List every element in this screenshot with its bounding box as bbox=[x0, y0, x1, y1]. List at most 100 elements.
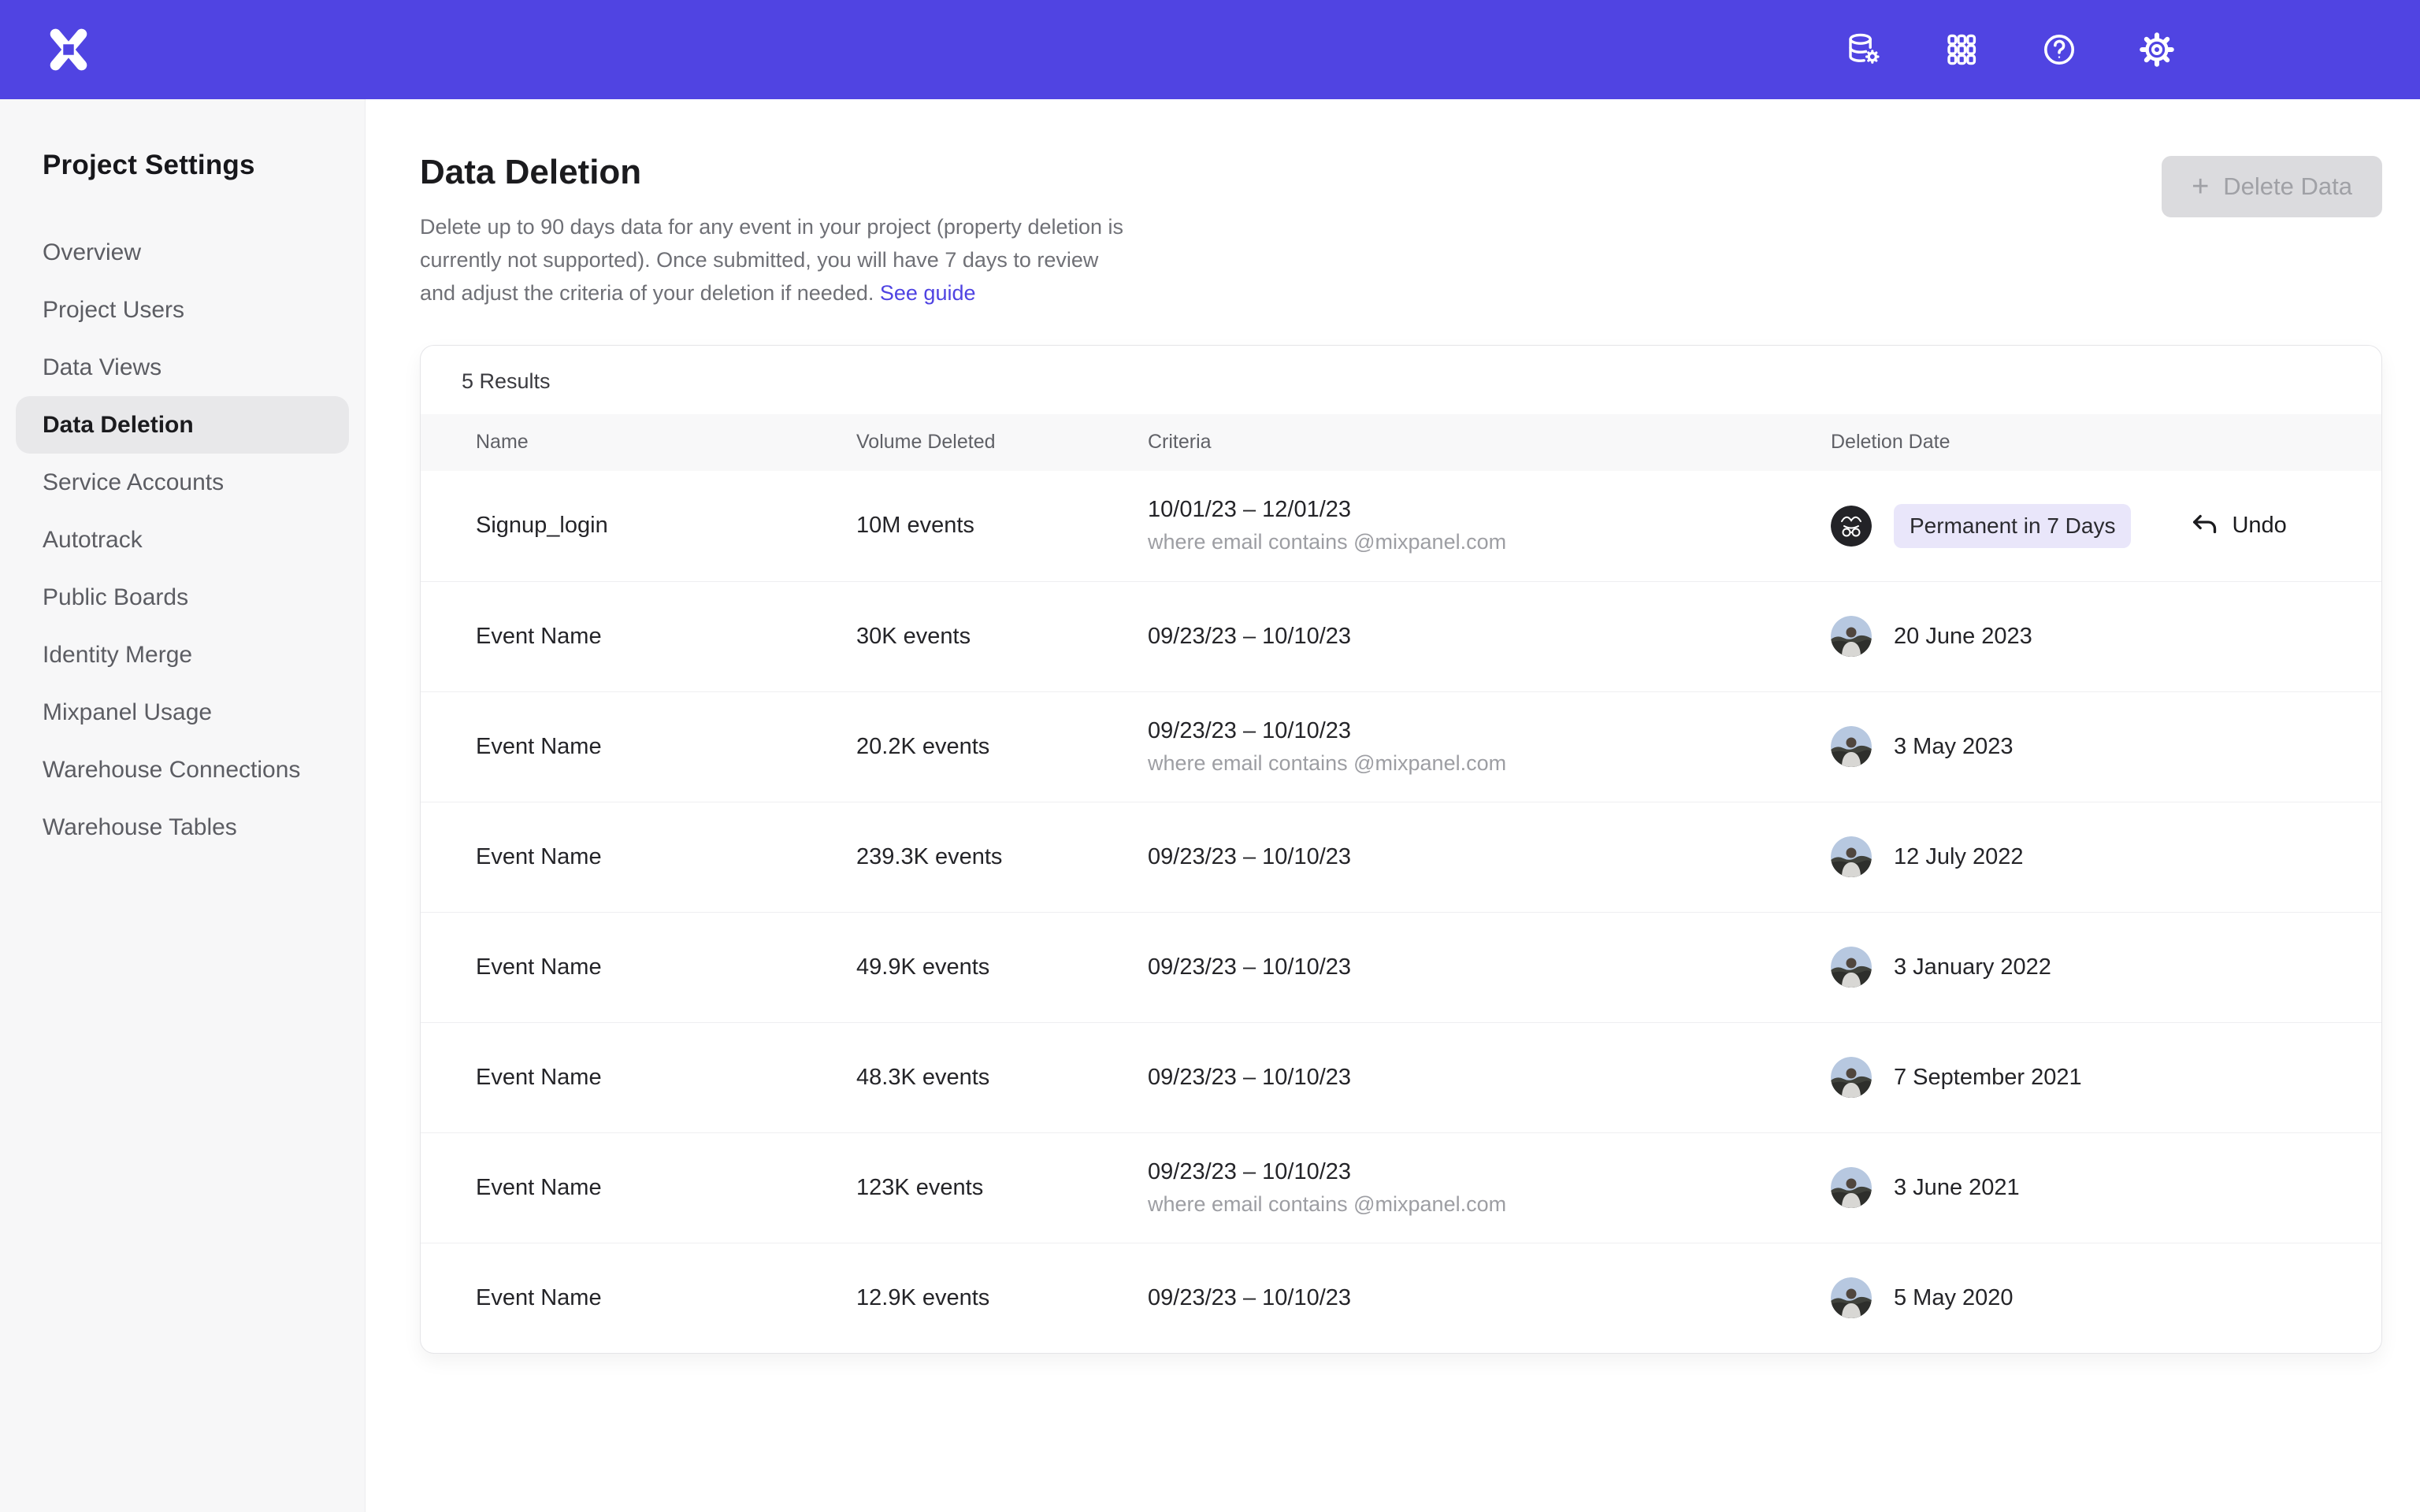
sidebar-item-data-deletion[interactable]: Data Deletion bbox=[16, 396, 349, 454]
status-badge: Permanent in 7 Days bbox=[1894, 504, 2131, 548]
cell-volume: 30K events bbox=[856, 624, 1148, 650]
table-row: Event Name 12.9K events 09/23/23 – 10/10… bbox=[421, 1243, 2381, 1353]
cell-volume: 12.9K events bbox=[856, 1285, 1148, 1311]
cell-criteria: 09/23/23 – 10/10/23 bbox=[1148, 844, 1831, 870]
sidebar-item-label: Mixpanel Usage bbox=[43, 699, 212, 726]
apps-grid-icon[interactable] bbox=[1943, 31, 1980, 69]
deletion-date: 3 June 2021 bbox=[1894, 1175, 2020, 1201]
avatar-photo bbox=[1831, 616, 1872, 657]
cell-volume: 10M events bbox=[856, 513, 1148, 539]
sidebar-item-public-boards[interactable]: Public Boards bbox=[16, 569, 349, 626]
criteria-filter: where email contains @mixpanel.com bbox=[1148, 751, 1831, 776]
cell-deletion-date: 5 May 2020 bbox=[1831, 1277, 2381, 1318]
criteria-range: 09/23/23 – 10/10/23 bbox=[1148, 954, 1831, 980]
criteria-filter: where email contains @mixpanel.com bbox=[1148, 530, 1831, 554]
table-header-row: Name Volume Deleted Criteria Deletion Da… bbox=[421, 414, 2381, 471]
undo-icon bbox=[2189, 510, 2221, 542]
cell-criteria: 09/23/23 – 10/10/23 bbox=[1148, 1285, 1831, 1311]
sidebar-item-label: Overview bbox=[43, 239, 141, 266]
sidebar-item-label: Identity Merge bbox=[43, 642, 192, 669]
results-count: 5 Results bbox=[421, 346, 2381, 414]
page-description: Delete up to 90 days data for any event … bbox=[420, 211, 1137, 310]
sidebar-item-label: Data Deletion bbox=[43, 412, 194, 439]
cell-name: Signup_login bbox=[476, 513, 856, 539]
cell-volume: 20.2K events bbox=[856, 734, 1148, 760]
deletion-date: 3 January 2022 bbox=[1894, 954, 2051, 980]
sidebar-item-autotrack[interactable]: Autotrack bbox=[16, 511, 349, 569]
cell-volume: 48.3K events bbox=[856, 1065, 1148, 1091]
cell-name: Event Name bbox=[476, 1175, 856, 1201]
mixpanel-x-logo-icon bbox=[46, 27, 91, 72]
avatar-photo bbox=[1831, 947, 1872, 988]
sidebar-item-identity-merge[interactable]: Identity Merge bbox=[16, 626, 349, 684]
cell-criteria: 10/01/23 – 12/01/23 where email contains… bbox=[1148, 497, 1831, 554]
column-header-name: Name bbox=[476, 431, 856, 454]
cell-name: Event Name bbox=[476, 1065, 856, 1091]
see-guide-link[interactable]: See guide bbox=[880, 281, 976, 305]
page-description-text: Delete up to 90 days data for any event … bbox=[420, 215, 1123, 305]
avatar-photo bbox=[1831, 1057, 1872, 1098]
delete-data-button-label: Delete Data bbox=[2223, 172, 2352, 201]
cell-criteria: 09/23/23 – 10/10/23 where email contains… bbox=[1148, 1159, 1831, 1217]
table-row: Event Name 239.3K events 09/23/23 – 10/1… bbox=[421, 802, 2381, 912]
cell-volume: 49.9K events bbox=[856, 954, 1148, 980]
sidebar-nav: Overview Project UsersData Views Data Dele… bbox=[0, 224, 365, 856]
criteria-range: 09/23/23 – 10/10/23 bbox=[1148, 624, 1831, 650]
table-row: Signup_login 10M events 10/01/23 – 12/01… bbox=[421, 471, 2381, 581]
sidebar-item-mixpanel-usage[interactable]: Mixpanel Usage bbox=[16, 684, 349, 741]
cell-deletion-date: 3 June 2021 bbox=[1831, 1167, 2381, 1208]
deletion-date: 20 June 2023 bbox=[1894, 624, 2032, 650]
cell-deletion-date: 7 September 2021 bbox=[1831, 1057, 2381, 1098]
sidebar-item-label: Autotrack bbox=[43, 527, 143, 554]
sidebar-item-service-accounts[interactable]: Service Accounts bbox=[16, 454, 349, 511]
deletion-date: 7 September 2021 bbox=[1894, 1065, 2082, 1091]
cell-deletion-date: Permanent in 7 Days Undo bbox=[1831, 504, 2381, 548]
mixpanel-logo[interactable] bbox=[46, 27, 91, 72]
delete-data-button[interactable]: + Delete Data bbox=[2162, 156, 2382, 217]
table-row: Event Name 48.3K events 09/23/23 – 10/10… bbox=[421, 1022, 2381, 1132]
avatar-photo bbox=[1831, 726, 1872, 767]
sidebar-item-data-views[interactable]: Data Views bbox=[16, 339, 349, 396]
criteria-range: 09/23/23 – 10/10/23 bbox=[1148, 1065, 1831, 1091]
sidebar-item-overview[interactable]: Overview bbox=[16, 224, 349, 281]
avatar-photo bbox=[1831, 1167, 1872, 1208]
sidebar-item-warehouse-connections[interactable]: Warehouse Connections bbox=[16, 741, 349, 799]
criteria-range: 09/23/23 – 10/10/23 bbox=[1148, 1285, 1831, 1311]
settings-icon[interactable] bbox=[2138, 31, 2176, 69]
project-settings-sidebar: Project Settings OverviewProject UsersDa… bbox=[0, 99, 366, 1512]
column-header-criteria: Criteria bbox=[1148, 431, 1831, 454]
top-navigation-bar bbox=[0, 0, 2420, 99]
main-content: Data Deletion Delete up to 90 days data … bbox=[366, 99, 2420, 1512]
deletion-date: 12 July 2022 bbox=[1894, 844, 2023, 870]
cell-deletion-date: 12 July 2022 bbox=[1831, 836, 2381, 877]
help-icon[interactable] bbox=[2040, 31, 2078, 69]
cell-volume: 239.3K events bbox=[856, 844, 1148, 870]
cell-name: Event Name bbox=[476, 1285, 856, 1311]
cell-criteria: 09/23/23 – 10/10/23 bbox=[1148, 954, 1831, 980]
cell-deletion-date: 3 May 2023 bbox=[1831, 726, 2381, 767]
data-management-icon[interactable] bbox=[1845, 31, 1883, 69]
topbar-icon-group bbox=[1845, 31, 2176, 69]
table-row: Event Name 49.9K events 09/23/23 – 10/10… bbox=[421, 912, 2381, 1022]
page-header: Data Deletion Delete up to 90 days data … bbox=[420, 153, 2382, 310]
undo-button[interactable]: Undo bbox=[2189, 510, 2286, 542]
sidebar-item-label: Service Accounts bbox=[43, 469, 224, 496]
criteria-range: 09/23/23 – 10/10/23 bbox=[1148, 844, 1831, 870]
app-screen: Project Settings OverviewProject UsersDa… bbox=[0, 0, 2420, 1512]
cell-criteria: 09/23/23 – 10/10/23 where email contains… bbox=[1148, 718, 1831, 776]
criteria-range: 09/23/23 – 10/10/23 bbox=[1148, 718, 1831, 744]
table-row: Event Name 123K events 09/23/23 – 10/10/… bbox=[421, 1132, 2381, 1243]
undo-label: Undo bbox=[2232, 513, 2286, 539]
sidebar-item-label: Public Boards bbox=[43, 584, 188, 611]
sidebar-item-warehouse-tables[interactable]: Warehouse Tables bbox=[16, 799, 349, 856]
deletion-date: 3 May 2023 bbox=[1894, 734, 2014, 760]
cell-deletion-date: 3 January 2022 bbox=[1831, 947, 2381, 988]
cell-criteria: 09/23/23 – 10/10/23 bbox=[1148, 1065, 1831, 1091]
cell-name: Event Name bbox=[476, 954, 856, 980]
table-row: Event Name 20.2K events 09/23/23 – 10/10… bbox=[421, 691, 2381, 802]
sidebar-item-label: Warehouse Tables bbox=[43, 814, 237, 841]
sidebar-item-project-users[interactable]: Project Users bbox=[16, 281, 349, 339]
deletion-requests-card: 5 Results Name Volume Deleted Criteria D… bbox=[420, 345, 2382, 1354]
cell-name: Event Name bbox=[476, 624, 856, 650]
table-body: Signup_login 10M events 10/01/23 – 12/01… bbox=[421, 471, 2381, 1353]
